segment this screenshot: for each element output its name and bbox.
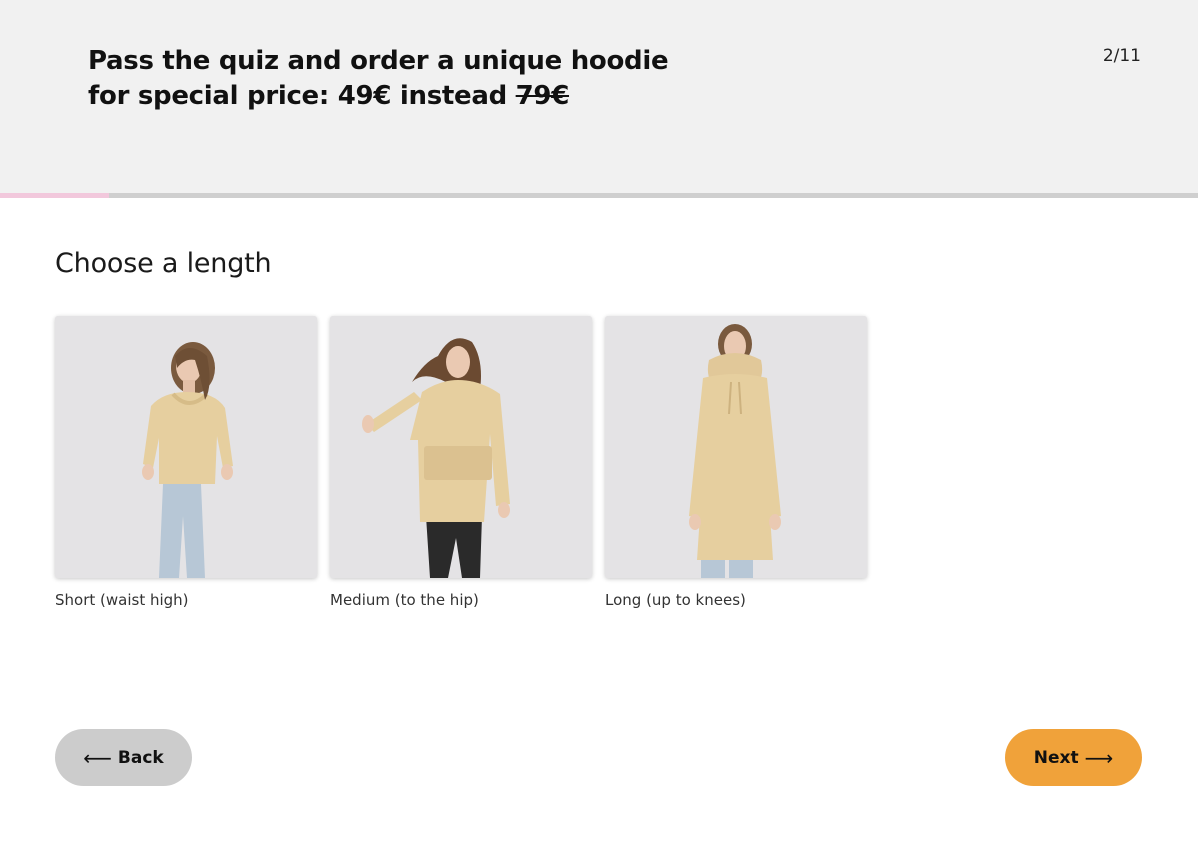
progress-bar-fill xyxy=(0,193,109,198)
next-button-label: Next xyxy=(1033,747,1079,768)
quiz-promo-title: Pass the quiz and order a unique hoodie … xyxy=(88,44,669,114)
model-medium-hoodie-image xyxy=(330,316,592,578)
option-long[interactable]: Long (up to knees) xyxy=(605,316,867,609)
option-label-medium: Medium (to the hip) xyxy=(330,591,479,609)
model-short-hoodie-image xyxy=(55,316,317,578)
quiz-header: Pass the quiz and order a unique hoodie … xyxy=(0,0,1198,193)
arrow-right-icon: ⟶ xyxy=(1084,745,1114,770)
option-image-long[interactable] xyxy=(605,316,867,578)
model-long-hoodie-image xyxy=(605,316,867,578)
back-button-label: Back xyxy=(117,747,164,768)
option-image-short[interactable] xyxy=(55,316,317,578)
option-medium[interactable]: Medium (to the hip) xyxy=(330,316,592,609)
option-short[interactable]: Short (waist high) xyxy=(55,316,317,609)
promo-title-line2: for special price: 49€ instead xyxy=(88,81,516,111)
arrow-left-icon: ⟵ xyxy=(83,745,112,770)
option-image-medium[interactable] xyxy=(330,316,592,578)
progress-bar xyxy=(0,193,1198,198)
promo-title-line1: Pass the quiz and order a unique hoodie xyxy=(88,46,669,76)
option-label-long: Long (up to knees) xyxy=(605,591,746,609)
old-price: 79€ xyxy=(515,81,570,111)
step-counter: 2/11 xyxy=(1102,46,1141,66)
back-button[interactable]: ⟵ Back xyxy=(55,729,192,786)
question-title: Choose a length xyxy=(55,248,272,279)
option-label-short: Short (waist high) xyxy=(55,591,189,609)
next-button[interactable]: Next ⟶ xyxy=(1005,729,1142,786)
